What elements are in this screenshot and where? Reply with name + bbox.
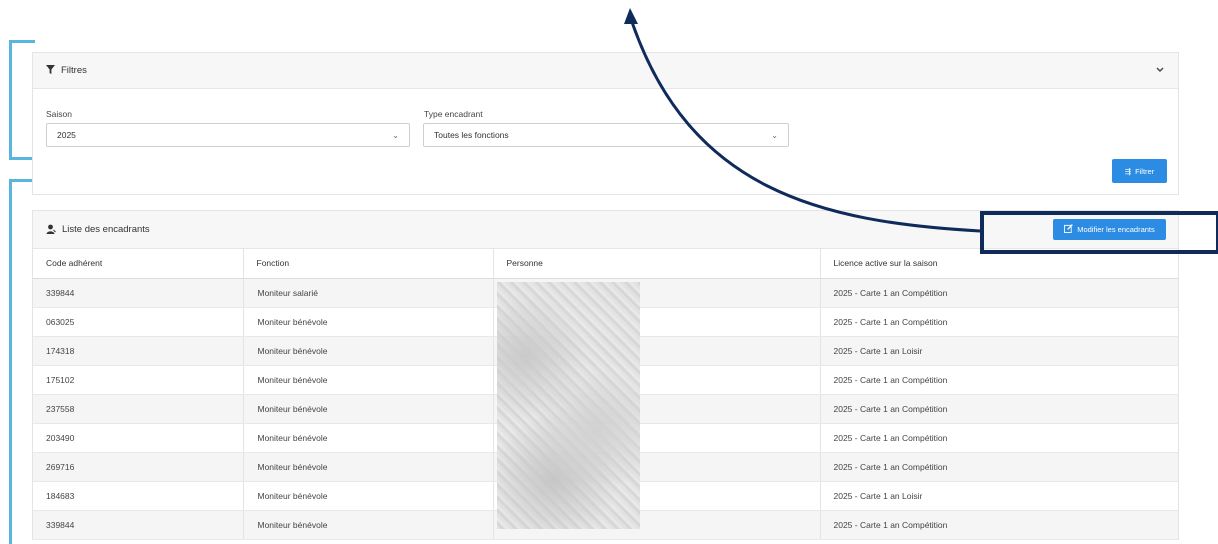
annotation-arrow	[624, 8, 981, 233]
